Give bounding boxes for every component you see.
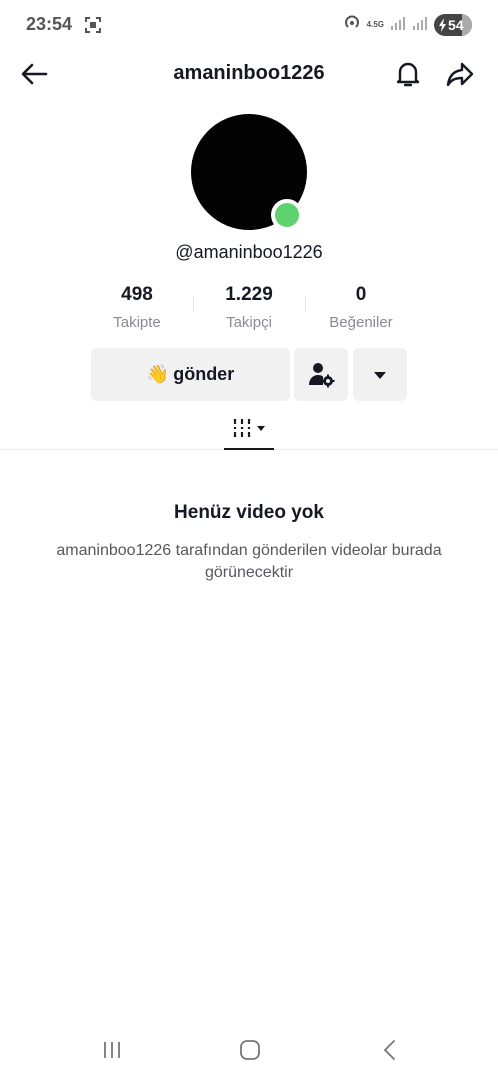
caret-down-icon	[257, 425, 265, 431]
status-indicators: 4.5G 54	[343, 13, 472, 37]
more-options-button[interactable]	[353, 348, 407, 401]
stat-followers[interactable]: 1.229 Takipçi	[194, 284, 304, 331]
home-button[interactable]	[238, 1038, 262, 1062]
share-button[interactable]	[444, 58, 476, 90]
hotspot-icon	[343, 14, 361, 37]
profile-stats: 498 Takipte 1.229 Takipçi 0 Beğeniler	[0, 284, 498, 334]
follow-settings-button[interactable]	[294, 348, 348, 401]
signal-icon	[412, 15, 428, 36]
send-label: gönder	[173, 364, 235, 384]
stat-label: Beğeniler	[329, 314, 393, 331]
user-handle: @amaninboo1226	[175, 242, 323, 262]
empty-state-title: Henüz video yok	[174, 502, 324, 523]
notifications-button[interactable]	[392, 58, 424, 90]
stat-value: 0	[355, 284, 367, 305]
share-icon	[446, 62, 474, 87]
stat-label: Takipçi	[226, 314, 272, 331]
bell-icon	[396, 62, 420, 87]
video-grid-icon	[233, 418, 251, 437]
battery-charging-icon	[438, 18, 448, 36]
caret-down-icon	[374, 371, 386, 379]
system-back-button[interactable]	[378, 1038, 402, 1062]
tab-videos[interactable]	[224, 405, 274, 450]
recents-button[interactable]	[100, 1038, 124, 1062]
online-status-dot	[271, 199, 303, 231]
battery-indicator: 54	[434, 14, 472, 36]
status-time: 23:54	[26, 14, 73, 34]
tab-active-indicator	[224, 448, 274, 450]
signal-icon	[390, 15, 406, 36]
stat-likes[interactable]: 0 Beğeniler	[306, 284, 416, 331]
status-bar: 23:54 4.5G 54	[0, 0, 498, 50]
content-tabbar	[0, 405, 498, 450]
profile-header: amaninboo1226	[0, 50, 498, 96]
recents-icon	[104, 1042, 120, 1058]
empty-state-description: amaninboo1226 tarafından gönderilen vide…	[56, 542, 442, 581]
battery-level: 54	[448, 17, 464, 33]
system-navbar	[0, 1030, 498, 1070]
stat-value: 1.229	[225, 284, 273, 305]
back-icon	[383, 1040, 395, 1060]
screenshot-icon	[84, 16, 102, 34]
stat-label: Takipte	[113, 314, 161, 331]
wave-icon: 👋	[146, 364, 170, 384]
network-type: 4.5G	[366, 20, 384, 29]
send-wave-button[interactable]: 👋 gönder	[91, 348, 290, 401]
profile-actions: 👋 gönder	[0, 348, 498, 402]
user-settings-icon	[309, 362, 335, 387]
home-icon	[240, 1040, 260, 1060]
stat-following[interactable]: 498 Takipte	[82, 284, 192, 331]
stat-value: 498	[121, 284, 153, 305]
